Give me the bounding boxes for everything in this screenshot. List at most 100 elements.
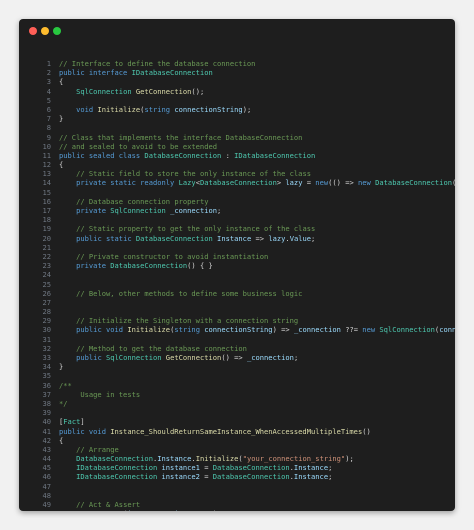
line-number: 12 (42, 160, 51, 170)
code-token: ) => (272, 325, 294, 335)
code-line: 10 // and sealed to avoid to be extended (19, 142, 455, 151)
line-text: // Interface to define the database conn… (59, 59, 255, 68)
code-token: (); (191, 86, 205, 96)
minimize-button[interactable] (41, 27, 49, 35)
code-token: connectionString (204, 325, 273, 335)
code-token: = (199, 472, 213, 482)
code-token: IDatabaseConnection (76, 472, 162, 482)
line-text: private static readonly Lazy<DatabaseCon… (59, 178, 455, 187)
line-number: 13 (42, 169, 51, 179)
line-number: 18 (42, 215, 51, 225)
code-token: // Database connection property (76, 196, 209, 206)
line-text: public interface IDatabaseConnection (59, 68, 213, 77)
code-line: 3{ (19, 77, 455, 86)
code-token: */ (59, 398, 68, 408)
code-token: { (59, 435, 64, 445)
line-text: public void Instance_ShouldReturnSameIns… (59, 427, 371, 436)
code-token: public sealed class (59, 150, 145, 160)
code-token: Value (289, 233, 312, 243)
line-number: 29 (42, 316, 51, 326)
line-number: 9 (46, 132, 51, 142)
code-token: Initialize (127, 325, 171, 335)
line-number: 21 (42, 242, 51, 252)
line-text: // Static field to store the only instan… (59, 169, 311, 178)
line-number: 23 (42, 261, 51, 271)
code-token: SqlConnection (76, 86, 136, 96)
line-number: 30 (42, 325, 51, 335)
code-token: string (144, 104, 175, 114)
code-token: // Interface to define the database conn… (59, 59, 256, 68)
line-number: 3 (46, 77, 51, 87)
line-text: { (59, 436, 63, 445)
code-token: GetConnection (135, 86, 192, 96)
code-line: 11 public sealed class DatabaseConnection… (19, 151, 455, 160)
code-token: ; (293, 353, 299, 362)
code-line: 41 public void Instance_ShouldReturnSameI… (19, 427, 455, 436)
line-number: 37 (42, 389, 51, 399)
code-token: IDatabaseConnection (76, 463, 162, 473)
line-number: 40 (42, 417, 51, 427)
code-token: DatabaseConnection (212, 472, 290, 482)
line-text: // Arrange (59, 445, 119, 454)
code-line: 9 // Class that implements the interface … (19, 133, 455, 142)
line-number: 33 (42, 353, 51, 362)
line-number: 43 (42, 444, 51, 454)
code-token: new (315, 178, 329, 188)
code-token: Fact (63, 417, 81, 427)
code-line: 45 IDatabaseConnection instance1 = Datab… (19, 463, 455, 472)
code-token: instance2 (174, 509, 212, 511)
code-line: 14 private static readonly Lazy<Database… (19, 178, 455, 187)
code-token: public void (76, 325, 128, 335)
code-line: 6 void Initialize(string connectionStrin… (19, 105, 455, 114)
code-token: // Private constructor to avoid instanti… (76, 251, 269, 261)
code-token: SqlConnection (110, 206, 171, 215)
line-text: public sealed class DatabaseConnection :… (59, 151, 315, 160)
line-number: 14 (42, 178, 51, 188)
line-number: 39 (42, 408, 51, 418)
code-line: 43 // Arrange (19, 445, 455, 454)
code-token: ); (242, 104, 252, 114)
code-window: 1 // Interface to define the database con… (19, 19, 455, 511)
code-token: "your_connection_string" (242, 454, 346, 464)
maximize-button[interactable] (53, 27, 61, 35)
line-number: 15 (42, 187, 51, 197)
code-token: instance1 (161, 463, 200, 473)
code-token: } (59, 114, 64, 124)
line-number: 20 (42, 233, 51, 243)
line-text: /** (59, 381, 72, 390)
code-line: 4 SqlConnection GetConnection(); (19, 87, 455, 96)
close-button[interactable] (29, 27, 37, 35)
line-number: 7 (46, 114, 51, 124)
code-line: 27 (19, 298, 455, 307)
line-number: 26 (42, 288, 51, 298)
code-line: 46 IDatabaseConnection instance2 = Datab… (19, 472, 455, 481)
code-token: { (59, 160, 64, 170)
code-line: 48 (19, 491, 455, 500)
code-token: // and sealed to avoid to be extended (59, 141, 218, 151)
line-number: 46 (42, 472, 51, 482)
code-token: () (362, 426, 371, 436)
code-line: 50 Assert.Same(instance1, instance2); (19, 509, 455, 511)
line-number: 38 (42, 398, 51, 408)
code-line: 12 { (19, 160, 455, 169)
line-text: void Initialize(string connectionString)… (59, 105, 251, 114)
line-number: 11 (42, 150, 51, 160)
line-text: // Method to get the database connection (59, 344, 247, 353)
code-line: 22 // Private constructor to avoid insta… (19, 252, 455, 261)
code-token: ()); (452, 178, 455, 187)
code-token: ??= (340, 325, 363, 335)
code-line: 47 (19, 482, 455, 491)
code-line: 19 // Static property to get the only in… (19, 224, 455, 233)
code-token: // Arrange (76, 444, 119, 454)
code-token: DatabaseConnection (135, 233, 218, 243)
